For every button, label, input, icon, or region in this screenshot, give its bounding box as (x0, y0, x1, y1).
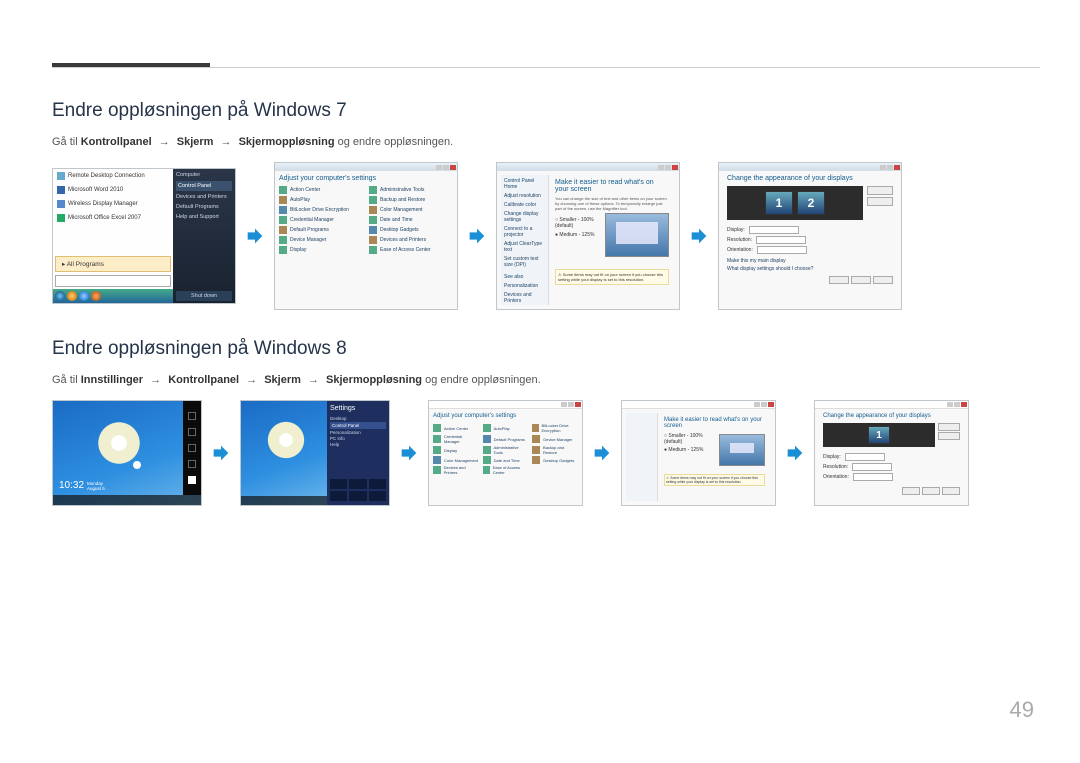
screenshot-control-panel: Adjust your computer's settings Action C… (274, 162, 458, 310)
page-number: 49 (1010, 697, 1034, 723)
win8-flow-row: 10:32Monday August 6 Settings Desktop Co… (52, 400, 1040, 506)
cp-item: Display (279, 246, 363, 254)
taskbar (53, 289, 173, 303)
page-content: Endre oppløsningen på Windows 7 Gå til K… (52, 100, 1040, 534)
cp-item: Device Manager (279, 236, 363, 244)
flow-arrow-icon (210, 442, 232, 464)
cp-item: Devices and Printers (369, 236, 453, 244)
divider (52, 67, 1040, 68)
control-panel-item: Control Panel (176, 181, 232, 191)
screenshot-display: Control Panel Home Adjust resolution Cal… (496, 162, 680, 310)
charms-bar (183, 401, 201, 495)
ok-button (829, 276, 849, 284)
display-preview (605, 213, 669, 257)
settings-charm-icon (188, 476, 196, 484)
detect-button (938, 423, 960, 431)
identify-button (938, 432, 960, 440)
cp-item: Color Management (369, 206, 453, 214)
taskbar (53, 495, 201, 505)
section2-instruction: Gå til Innstillinger → Kontrollpanel → S… (52, 374, 1040, 386)
flow-arrow-icon (466, 225, 488, 247)
start-search (55, 275, 171, 287)
start-charm-icon (188, 444, 196, 452)
screenshot-win8-settings: Settings Desktop Control Panel Personali… (240, 400, 390, 506)
cancel-button (922, 487, 940, 495)
all-programs: ▸ All Programs (55, 256, 171, 272)
screenshot-win8-display: Make it easier to read what's on your sc… (621, 400, 776, 506)
monitor-preview: 1 (823, 423, 935, 447)
cancel-button (851, 276, 871, 284)
wallpaper-flower (265, 419, 307, 461)
identify-button (867, 197, 893, 206)
flow-arrow-icon (398, 442, 420, 464)
screenshot-resolution: Change the appearance of your displays 1… (718, 162, 902, 310)
start-item: Microsoft Office Excel 2007 (53, 211, 173, 225)
screenshot-win8-control-panel: Adjust your computer's settings Action C… (428, 400, 583, 506)
start-item: Wireless Display Manager (53, 197, 173, 211)
devices-charm-icon (188, 460, 196, 468)
apply-button (942, 487, 960, 495)
section1-title: Endre oppløsningen på Windows 7 (52, 100, 1040, 122)
monitor-preview: 1 2 (727, 186, 863, 220)
flow-arrow-icon (688, 225, 710, 247)
flow-arrow-icon (784, 442, 806, 464)
cp-item: Administrative Tools (369, 186, 453, 194)
start-item: Remote Desktop Connection (53, 169, 173, 183)
control-panel-item: Control Panel (330, 422, 386, 429)
flow-arrow-icon (591, 442, 613, 464)
taskbar (241, 496, 327, 505)
cp-item: Date and Time (369, 216, 453, 224)
detect-button (867, 186, 893, 195)
cp-item: AutoPlay (279, 196, 363, 204)
cp-item: Backup and Restore (369, 196, 453, 204)
cp-item: Credential Manager (279, 216, 363, 224)
screenshot-win8-desktop: 10:32Monday August 6 (52, 400, 202, 506)
cp-item: Action Center (279, 186, 363, 194)
time-overlay: 10:32Monday August 6 (59, 473, 115, 491)
section2-title: Endre oppløsningen på Windows 8 (52, 338, 1040, 360)
flow-arrow-icon (244, 225, 266, 247)
screenshot-win8-resolution: Change the appearance of your displays 1… (814, 400, 969, 506)
cp-item: Default Programs (279, 226, 363, 234)
screenshot-start-menu: Remote Desktop Connection Microsoft Word… (52, 168, 236, 304)
start-item: Microsoft Word 2010 (53, 183, 173, 197)
share-charm-icon (188, 428, 196, 436)
apply-button (873, 276, 893, 284)
search-charm-icon (188, 412, 196, 420)
ok-button (902, 487, 920, 495)
win7-flow-row: Remote Desktop Connection Microsoft Word… (52, 162, 1040, 310)
cp-item: Desktop Gadgets (369, 226, 453, 234)
apply-button (647, 309, 669, 310)
cp-item: BitLocker Drive Encryption (279, 206, 363, 214)
wallpaper-flower (95, 419, 143, 467)
section1-instruction: Gå til Kontrollpanel → Skjerm → Skjermop… (52, 136, 1040, 148)
display-preview (719, 434, 765, 466)
cp-item: Ease of Access Center (369, 246, 453, 254)
